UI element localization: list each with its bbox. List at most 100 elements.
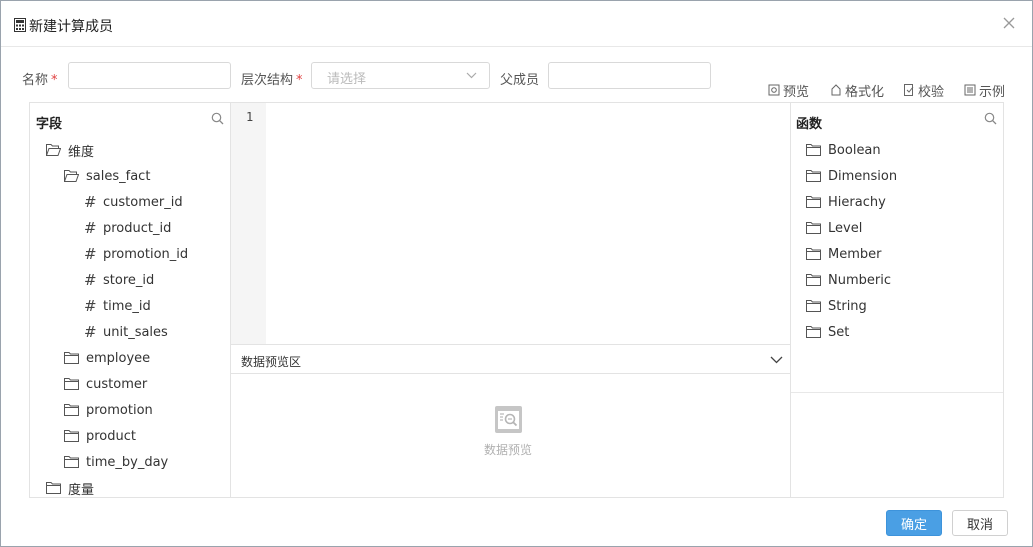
function-category-level[interactable]: Level — [806, 218, 862, 238]
tree-node-label: employee — [86, 350, 151, 366]
function-category-label: Numberic — [828, 272, 891, 288]
name-input[interactable] — [68, 62, 231, 89]
function-category-numberic[interactable]: Numberic — [806, 270, 891, 290]
tree-field-store-id[interactable]: # store_id — [84, 270, 154, 290]
data-preview-title: 数据预览区 — [241, 355, 302, 369]
folder-icon — [806, 144, 821, 156]
function-category-label: Boolean — [828, 142, 881, 158]
numeric-field-icon: # — [84, 297, 97, 315]
function-category-label: Level — [828, 220, 863, 236]
numeric-field-icon: # — [84, 245, 97, 263]
tree-node-measure[interactable]: 度量 — [46, 478, 95, 498]
tree-node-label: time_id — [103, 298, 151, 314]
tree-node-label: time_by_day — [86, 454, 169, 470]
folder-icon — [806, 196, 821, 208]
parent-member-input[interactable] — [548, 62, 711, 89]
tree-node-customer[interactable]: customer — [64, 374, 147, 394]
tree-field-customer-id[interactable]: # customer_id — [84, 192, 183, 212]
required-mark: * — [296, 73, 303, 88]
calculator-icon — [14, 18, 26, 32]
folder-open-icon — [64, 170, 79, 182]
new-calculated-member-dialog: 新建计算成员 名称 * 层次结构 * 请选择 父成员 预览 格式化 校验 示例 字段 — [0, 0, 1033, 547]
cancel-button[interactable]: 取消 — [952, 510, 1008, 536]
function-category-label: Member — [828, 246, 882, 262]
line-number: 1 — [246, 110, 254, 124]
tree-node-time-by-day[interactable]: time_by_day — [64, 452, 168, 472]
hierarchy-placeholder: 请选择 — [327, 72, 367, 87]
dialog-title: 新建计算成员 — [29, 19, 113, 35]
tree-field-time-id[interactable]: # time_id — [84, 296, 151, 316]
tree-node-label: 度量 — [68, 482, 95, 498]
numeric-field-icon: # — [84, 193, 97, 211]
function-category-label: String — [828, 298, 867, 314]
tree-node-product[interactable]: product — [64, 426, 136, 446]
required-mark: * — [51, 73, 58, 88]
folder-icon — [806, 326, 821, 338]
hierarchy-label: 层次结构 * — [241, 73, 303, 88]
line-number-gutter: 1 — [231, 103, 266, 344]
fields-panel: 字段 维度 sales_fact # customer_id # product… — [29, 102, 231, 498]
validate-label: 校验 — [918, 84, 945, 100]
tree-node-label: product — [86, 428, 137, 444]
tree-field-unit-sales[interactable]: # unit_sales — [84, 322, 168, 342]
function-category-boolean[interactable]: Boolean — [806, 140, 881, 160]
tree-node-employee[interactable]: employee — [64, 348, 150, 368]
data-preview-empty-icon — [495, 406, 522, 433]
function-category-member[interactable]: Member — [806, 244, 881, 264]
folder-icon — [64, 404, 79, 416]
name-label: 名称 * — [22, 73, 58, 88]
search-icon[interactable] — [984, 112, 997, 125]
function-category-label: Hierachy — [828, 194, 886, 210]
preview-label: 预览 — [783, 84, 810, 100]
numeric-field-icon: # — [84, 323, 97, 341]
folder-icon — [806, 170, 821, 182]
tree-node-label: store_id — [103, 272, 155, 288]
format-icon — [831, 84, 841, 96]
hierarchy-select[interactable]: 请选择 — [311, 62, 490, 89]
search-icon[interactable] — [211, 112, 224, 125]
example-button[interactable]: 示例 — [964, 82, 1005, 100]
function-category-dimension[interactable]: Dimension — [806, 166, 897, 186]
folder-icon — [806, 222, 821, 234]
tree-node-sales-fact[interactable]: sales_fact — [64, 166, 150, 186]
chevron-down-icon — [466, 72, 477, 79]
preview-button[interactable]: 预览 — [768, 82, 810, 100]
preview-icon — [768, 84, 780, 96]
folder-icon — [806, 248, 821, 260]
function-category-label: Dimension — [828, 168, 898, 184]
function-category-label: Set — [828, 324, 850, 340]
tree-node-label: sales_fact — [86, 168, 151, 184]
numeric-field-icon: # — [84, 219, 97, 237]
close-icon[interactable] — [1001, 15, 1017, 31]
tree-node-promotion[interactable]: promotion — [64, 400, 153, 420]
tree-field-product-id[interactable]: # product_id — [84, 218, 171, 238]
tree-node-label: promotion_id — [103, 246, 189, 262]
function-category-hierachy[interactable]: Hierachy — [806, 192, 886, 212]
tree-node-dimension[interactable]: 维度 — [46, 140, 94, 160]
folder-icon — [806, 300, 821, 312]
data-preview-header[interactable]: 数据预览区 — [231, 344, 791, 374]
tree-node-label: customer — [86, 376, 148, 392]
functions-panel: 函数 Boolean Dimension Hierachy Level Memb… — [790, 102, 1004, 498]
folder-icon — [64, 456, 79, 468]
functions-panel-title: 函数 — [796, 117, 823, 132]
validate-icon — [904, 84, 914, 96]
fields-panel-title: 字段 — [36, 117, 63, 132]
function-category-set[interactable]: Set — [806, 322, 849, 342]
ok-button[interactable]: 确定 — [886, 510, 942, 536]
expression-input[interactable] — [266, 103, 791, 344]
tree-field-promotion-id[interactable]: # promotion_id — [84, 244, 188, 264]
function-category-string[interactable]: String — [806, 296, 867, 316]
example-icon — [964, 84, 976, 96]
folder-icon — [64, 352, 79, 364]
tree-node-label: promotion — [86, 402, 153, 418]
validate-button[interactable]: 校验 — [903, 82, 945, 100]
format-button[interactable]: 格式化 — [830, 82, 884, 100]
tree-node-label: product_id — [103, 220, 172, 236]
dialog-titlebar: 新建计算成员 — [1, 1, 1032, 47]
numeric-field-icon: # — [84, 271, 97, 289]
chevron-down-icon — [770, 356, 783, 364]
data-preview-body: 数据预览 — [231, 374, 791, 498]
tree-node-label: customer_id — [103, 194, 183, 210]
folder-icon — [46, 482, 61, 494]
